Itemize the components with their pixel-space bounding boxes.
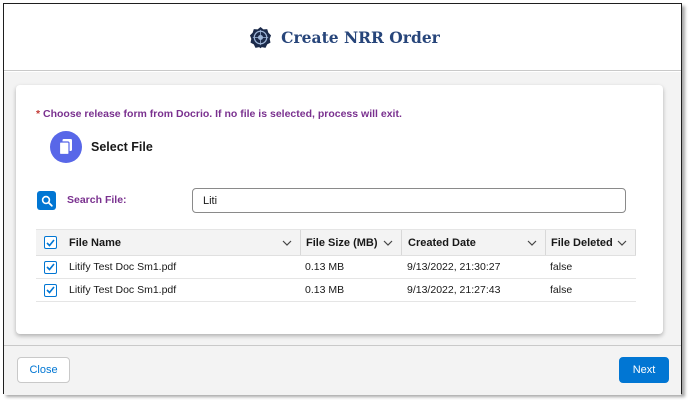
row-checkbox[interactable]: [43, 260, 57, 274]
chevron-down-icon[interactable]: [383, 240, 393, 246]
dark-emblem-icon: [250, 26, 272, 48]
table-header-row: File Name File Size (MB) Created Date Fi…: [36, 229, 636, 256]
search-file-input[interactable]: [192, 188, 626, 213]
column-header-created-date[interactable]: Created Date: [401, 230, 545, 255]
created-date-cell: 9/13/2022, 21:30:27: [407, 261, 501, 273]
close-button[interactable]: Close: [17, 357, 70, 383]
column-header-file-size[interactable]: File Size (MB): [300, 230, 401, 255]
next-button[interactable]: Next: [619, 357, 669, 383]
file-deleted-cell: false: [550, 284, 573, 296]
row-select-cell: [36, 279, 64, 301]
document-copy-icon: [50, 131, 82, 163]
instruction-message: * Choose release form from Docrio. If no…: [36, 108, 402, 120]
column-label: File Deleted: [551, 236, 613, 249]
search-file-label: Search File:: [67, 194, 127, 206]
file-deleted-cell: false: [550, 261, 573, 273]
file-name-cell: Litify Test Doc Sm1.pdf: [69, 284, 177, 296]
column-label: Created Date: [408, 236, 476, 249]
instruction-text: Choose release form from Docrio. If no f…: [43, 108, 402, 120]
chevron-down-icon[interactable]: [282, 240, 292, 246]
table-row[interactable]: Litify Test Doc Sm1.pdf 0.13 MB 9/13/202…: [36, 256, 636, 279]
chevron-down-icon[interactable]: [617, 240, 627, 246]
select-all-checkbox[interactable]: [43, 236, 57, 249]
modal-title: Create NRR Order: [281, 27, 440, 47]
column-label: File Name: [69, 236, 121, 249]
file-name-cell: Litify Test Doc Sm1.pdf: [69, 261, 177, 273]
modal-footer: Close Next: [4, 345, 681, 395]
file-size-cell: 0.13 MB: [305, 261, 345, 273]
required-marker: *: [36, 108, 41, 120]
file-table: File Name File Size (MB) Created Date Fi…: [36, 229, 636, 302]
file-selection-card: * Choose release form from Docrio. If no…: [16, 85, 663, 334]
file-size-cell: 0.13 MB: [305, 284, 345, 296]
column-header-file-deleted[interactable]: File Deleted: [545, 230, 636, 255]
modal-window: Create NRR Order * Choose release form f…: [3, 3, 682, 395]
column-header-file-name[interactable]: File Name: [64, 230, 300, 255]
row-checkbox[interactable]: [43, 283, 57, 297]
modal-body: * Choose release form from Docrio. If no…: [4, 72, 681, 345]
created-date-cell: 9/13/2022, 21:27:43: [407, 284, 501, 296]
select-all-cell: [36, 230, 64, 255]
modal-header: Create NRR Order: [4, 4, 681, 71]
table-row[interactable]: Litify Test Doc Sm1.pdf 0.13 MB 9/13/202…: [36, 279, 636, 302]
column-label: File Size (MB): [306, 236, 378, 249]
search-icon: [37, 191, 56, 210]
row-select-cell: [36, 256, 64, 278]
select-file-heading: Select File: [91, 140, 153, 154]
chevron-down-icon[interactable]: [527, 240, 537, 246]
